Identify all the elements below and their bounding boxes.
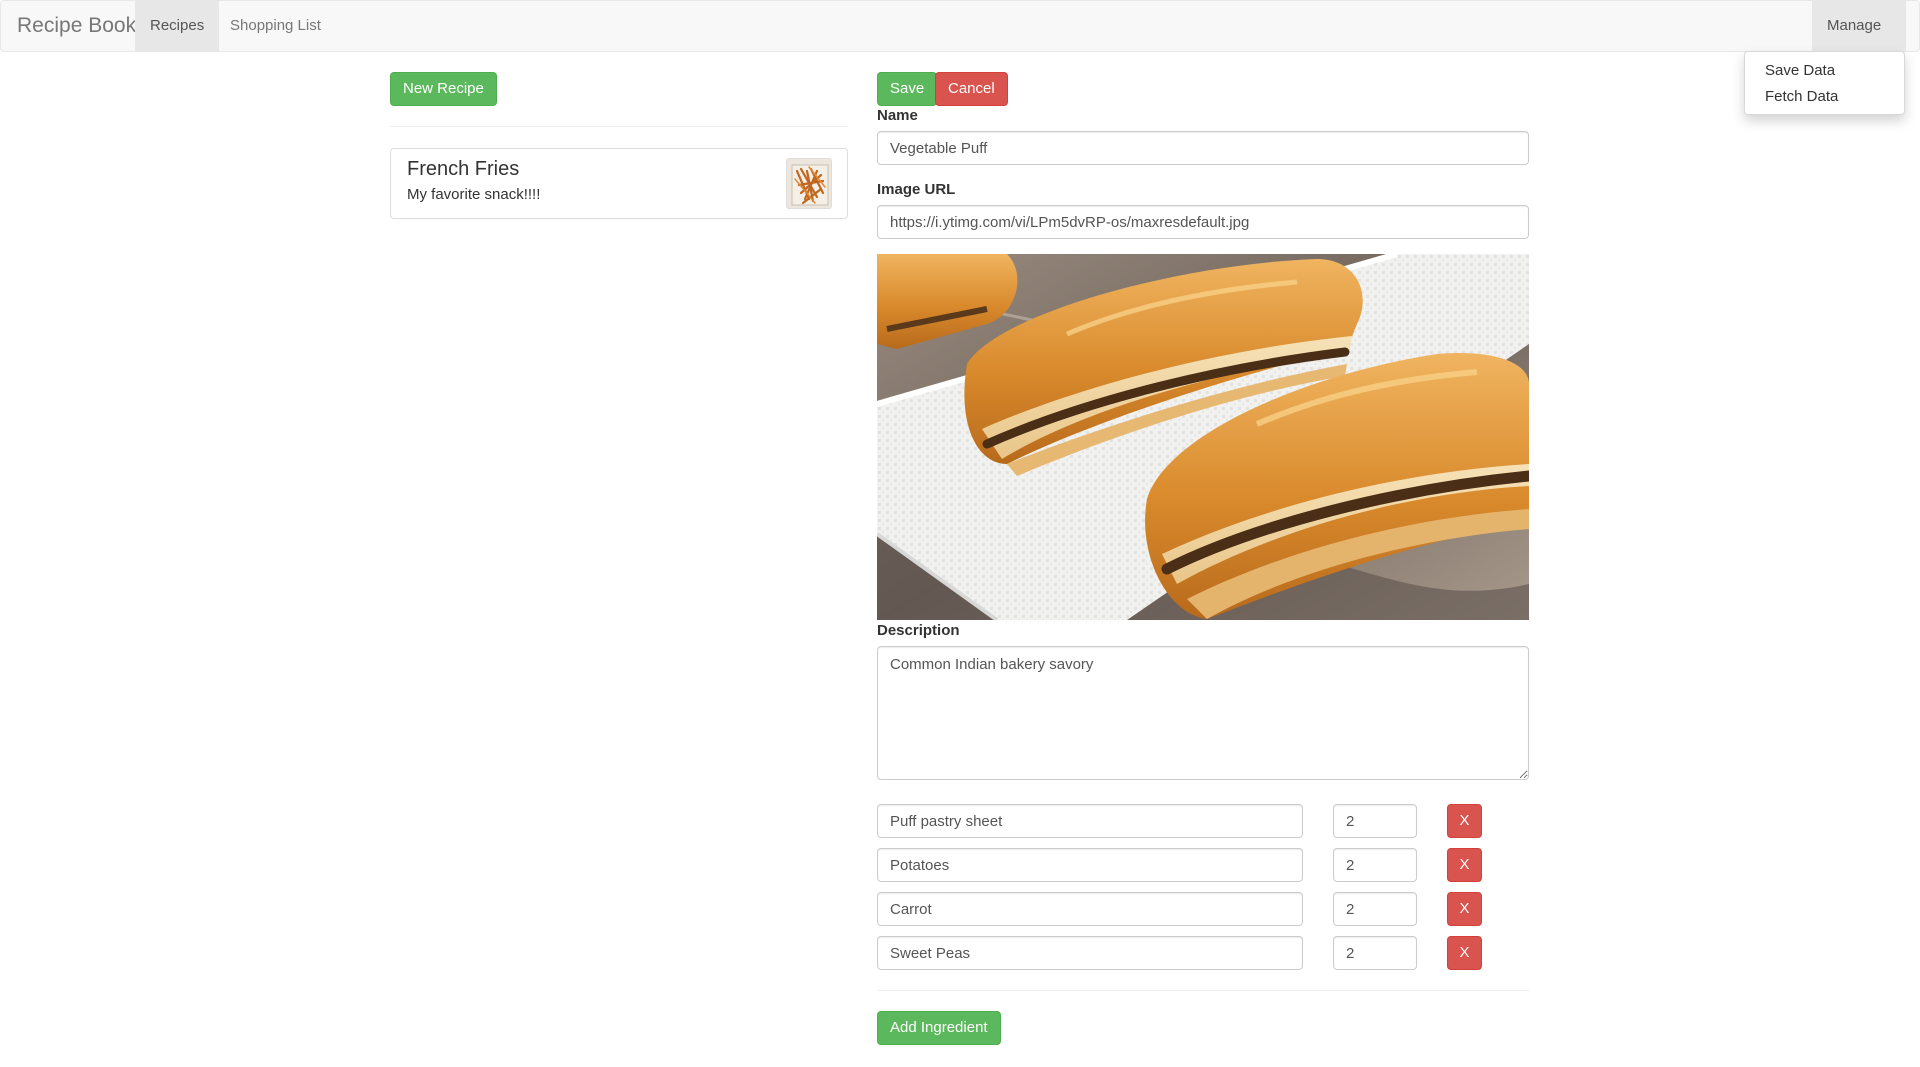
- divider: [877, 990, 1529, 991]
- remove-ingredient-button[interactable]: X: [1447, 804, 1482, 838]
- image-url-label: Image URL: [877, 181, 956, 198]
- ingredient-name-input[interactable]: [877, 848, 1303, 882]
- ingredient-amount-input[interactable]: [1333, 804, 1417, 838]
- description-label: Description: [877, 622, 960, 639]
- ingredient-name-input[interactable]: [877, 892, 1303, 926]
- recipe-item-description: My favorite snack!!!!: [407, 186, 541, 203]
- ingredient-amount-input[interactable]: [1333, 848, 1417, 882]
- ingredient-amount-input[interactable]: [1333, 936, 1417, 970]
- divider: [390, 126, 848, 127]
- recipe-list-item[interactable]: French Fries My favorite snack!!!!: [390, 148, 848, 219]
- menu-item-fetch-data[interactable]: Fetch Data: [1745, 84, 1904, 110]
- ingredient-name-input[interactable]: [877, 936, 1303, 970]
- recipe-thumbnail: [786, 158, 832, 209]
- recipe-item-name: French Fries: [407, 158, 520, 180]
- manage-dropdown-menu: Save Data Fetch Data: [1744, 51, 1905, 115]
- nav-shopping-list[interactable]: Shopping List: [215, 1, 336, 51]
- remove-ingredient-button[interactable]: X: [1447, 936, 1482, 970]
- new-recipe-button[interactable]: New Recipe: [390, 72, 497, 106]
- recipe-image-preview: [877, 254, 1529, 620]
- brand-link[interactable]: Recipe Book: [17, 1, 136, 51]
- image-url-input[interactable]: [877, 205, 1529, 239]
- manage-label: Manage: [1827, 17, 1882, 34]
- remove-ingredient-button[interactable]: X: [1447, 892, 1482, 926]
- save-button[interactable]: Save: [877, 72, 938, 106]
- remove-ingredient-button[interactable]: X: [1447, 848, 1482, 882]
- menu-item-save-data[interactable]: Save Data: [1745, 58, 1904, 84]
- description-textarea[interactable]: Common Indian bakery savory: [877, 646, 1529, 780]
- add-ingredient-button[interactable]: Add Ingredient: [877, 1011, 1001, 1045]
- ingredient-amount-input[interactable]: [1333, 892, 1417, 926]
- nav-recipes[interactable]: Recipes: [135, 1, 220, 51]
- name-input[interactable]: [877, 131, 1529, 165]
- cancel-button[interactable]: Cancel: [935, 72, 1008, 106]
- ingredient-name-input[interactable]: [877, 804, 1303, 838]
- manage-dropdown-toggle[interactable]: Manage: [1812, 1, 1906, 79]
- navbar: Recipe Book Recipes Shopping List Manage: [0, 0, 1920, 79]
- name-label: Name: [877, 107, 918, 124]
